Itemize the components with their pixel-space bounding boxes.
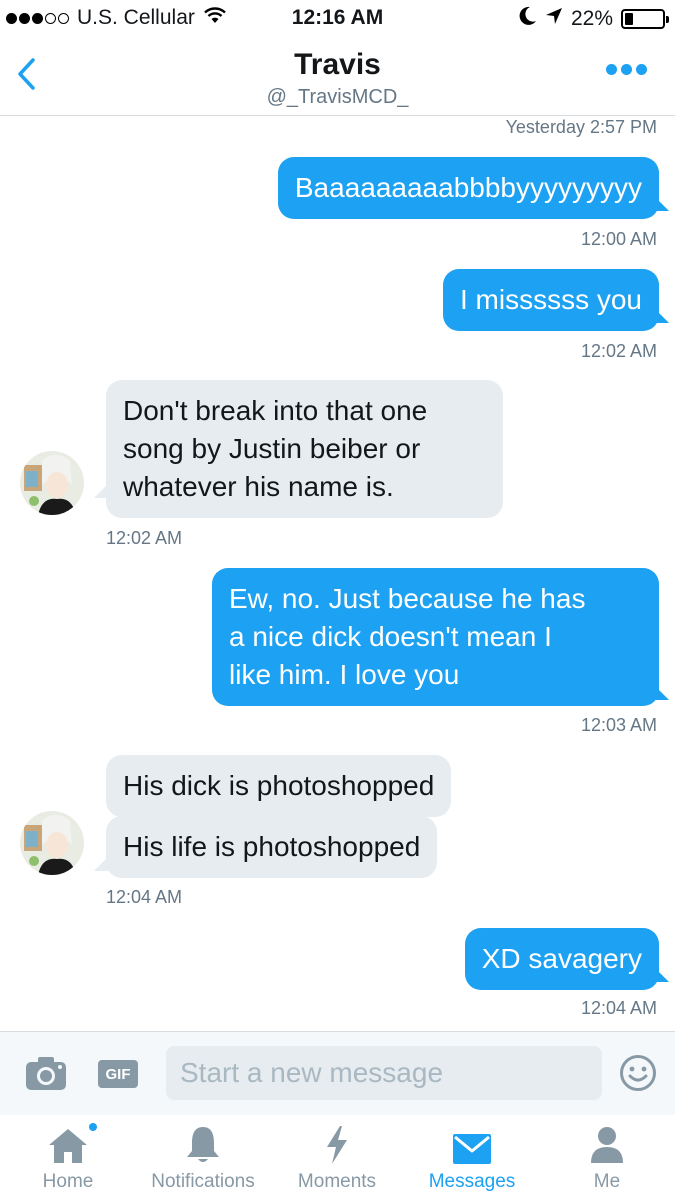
gif-button[interactable]: GIF [98, 1060, 138, 1088]
tab-label: Me [593, 1171, 621, 1192]
camera-icon [26, 1057, 66, 1090]
conversation-title: Travis [294, 48, 381, 81]
conversation-header: Travis @_TravisMCD_ [0, 38, 675, 116]
message-bubble-incoming[interactable]: His life is photoshopped [106, 816, 438, 878]
tab-label: Messages [428, 1171, 516, 1192]
status-right: 22% [519, 6, 669, 32]
person-icon [591, 1127, 623, 1163]
home-icon [49, 1129, 87, 1163]
message-text: I missssss you [459, 284, 642, 315]
tab-me[interactable]: Me [562, 1115, 652, 1200]
message-text: XD savagery [481, 943, 642, 974]
message-text-line: whatever his name is. [123, 471, 394, 502]
message-text-line: Don't break into that one [123, 395, 428, 426]
message-text-line: Ew, no. Just because he has [229, 583, 586, 614]
status-bar: U.S. Cellular 12:16 AM 22% [0, 0, 675, 38]
envelope-icon [453, 1134, 491, 1164]
message-timestamp: 12:00 AM [580, 229, 657, 249]
tab-home[interactable]: Home [18, 1115, 118, 1200]
bubble-tail [655, 968, 669, 982]
message-timestamp: 12:04 AM [580, 998, 657, 1018]
message-timestamp: 12:04 AM [106, 887, 183, 907]
bubble-tail [655, 309, 669, 323]
lightning-icon [327, 1126, 347, 1164]
bubble-tail [94, 857, 108, 871]
message-timestamp: 12:02 AM [580, 341, 657, 361]
message-bubble-outgoing[interactable]: Baaaaaaaaabbbbyyyyyyyyy [277, 157, 659, 219]
more-options-button[interactable] [606, 64, 647, 75]
emoji-icon [620, 1055, 656, 1091]
message-thread[interactable]: Yesterday 2:57 PM Baaaaaaaaabbbbyyyyyyyy… [0, 117, 675, 1031]
tab-notifications[interactable]: Notifications [138, 1115, 268, 1200]
message-text: His dick is photoshopped [123, 770, 435, 801]
message-text-line: song by Justin beiber or [123, 433, 421, 464]
chevron-left-icon [18, 58, 35, 90]
message-text: Baaaaaaaaabbbbyyyyyyyyy [294, 172, 642, 203]
message-timestamp: 12:03 AM [580, 715, 657, 735]
notification-dot [87, 1121, 99, 1133]
emoji-button[interactable] [619, 1054, 657, 1092]
bubble-tail [655, 686, 669, 700]
avatar[interactable] [20, 811, 84, 875]
tab-label: Notifications [151, 1171, 255, 1192]
back-button[interactable] [8, 52, 44, 96]
tab-moments[interactable]: Moments [287, 1115, 387, 1200]
moon-icon [519, 6, 537, 32]
message-bubble-incoming[interactable]: Don't break into that one song by Justin… [106, 380, 503, 518]
message-timestamp: 12:02 AM [106, 528, 183, 548]
tab-label: Moments [297, 1171, 377, 1192]
bubble-tail [94, 484, 108, 498]
tab-label: Home [42, 1171, 94, 1192]
location-arrow-icon [545, 7, 563, 31]
battery-icon [621, 9, 669, 29]
date-separator: Yesterday 2:57 PM [505, 117, 657, 137]
battery-percent: 22% [570, 7, 613, 30]
message-composer: GIF [0, 1031, 675, 1115]
message-text-line: like him. I love you [229, 659, 460, 690]
camera-button[interactable] [24, 1054, 68, 1092]
message-text: His life is photoshopped [123, 831, 421, 862]
bubble-tail [655, 197, 669, 211]
avatar[interactable] [20, 451, 84, 515]
message-bubble-outgoing[interactable]: XD savagery [464, 928, 659, 990]
message-input[interactable] [166, 1046, 602, 1100]
message-bubble-outgoing[interactable]: Ew, no. Just because he has a nice dick … [212, 568, 659, 706]
more-dots-icon [606, 64, 617, 75]
battery-level [625, 13, 633, 25]
message-text-line: a nice dick doesn't mean I [229, 621, 552, 652]
tab-messages[interactable]: Messages [420, 1115, 524, 1200]
message-bubble-outgoing[interactable]: I missssss you [442, 269, 659, 331]
tab-bar: Home Notifications Moments Messages Me [0, 1115, 675, 1200]
conversation-handle: @_TravisMCD_ [266, 86, 409, 108]
bell-icon [187, 1127, 219, 1162]
message-bubble-incoming[interactable]: His dick is photoshopped [106, 755, 452, 817]
